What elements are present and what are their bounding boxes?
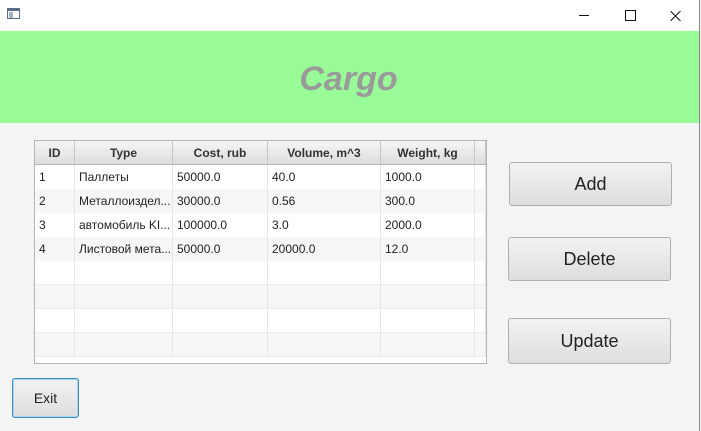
empty-cell xyxy=(75,333,173,357)
empty-cell xyxy=(268,309,381,333)
empty-cell xyxy=(75,261,173,285)
table-row[interactable]: 1 Паллеты 50000.0 40.0 1000.0 xyxy=(35,165,486,189)
app-window: Cargo ID Type Cost, rub Volume, m^3 Weig… xyxy=(0,0,700,431)
empty-cell xyxy=(381,285,475,309)
cell-filler xyxy=(475,237,486,261)
cell-type: Листовой мета... xyxy=(75,237,173,261)
minimize-icon xyxy=(579,15,589,16)
column-header-type[interactable]: Type xyxy=(75,141,173,164)
empty-cell xyxy=(75,309,173,333)
column-header-id[interactable]: ID xyxy=(35,141,75,164)
cell-weight: 12.0 xyxy=(381,237,475,261)
table-row[interactable]: 4 Листовой мета... 50000.0 20000.0 12.0 xyxy=(35,237,486,261)
app-icon xyxy=(7,8,20,19)
maximize-icon xyxy=(624,10,636,21)
empty-cell xyxy=(35,309,75,333)
close-button[interactable] xyxy=(653,0,699,31)
cell-id: 4 xyxy=(35,237,75,261)
title-bar xyxy=(0,0,699,31)
empty-row xyxy=(35,309,486,333)
empty-cell xyxy=(475,309,486,333)
cell-id: 3 xyxy=(35,213,75,237)
empty-cell xyxy=(268,285,381,309)
close-icon xyxy=(670,10,682,22)
column-header-cost[interactable]: Cost, rub xyxy=(173,141,268,164)
cell-cost: 50000.0 xyxy=(173,165,268,189)
cell-cost: 100000.0 xyxy=(173,213,268,237)
empty-cell xyxy=(381,261,475,285)
add-button[interactable]: Add xyxy=(509,162,672,206)
update-button[interactable]: Update xyxy=(508,318,671,364)
exit-button[interactable]: Exit xyxy=(12,378,79,418)
delete-button[interactable]: Delete xyxy=(508,237,671,281)
cell-weight: 2000.0 xyxy=(381,213,475,237)
empty-cell xyxy=(381,309,475,333)
empty-row xyxy=(35,261,486,285)
empty-cell xyxy=(268,333,381,357)
empty-cell xyxy=(475,333,486,357)
cell-volume: 20000.0 xyxy=(268,237,381,261)
cell-weight: 300.0 xyxy=(381,189,475,213)
column-header-weight[interactable]: Weight, kg xyxy=(381,141,475,164)
cell-volume: 0.56 xyxy=(268,189,381,213)
empty-cell xyxy=(173,309,268,333)
minimize-button[interactable] xyxy=(561,0,607,31)
empty-cell xyxy=(35,261,75,285)
cell-type: Паллеты xyxy=(75,165,173,189)
empty-cell xyxy=(173,285,268,309)
cell-weight: 1000.0 xyxy=(381,165,475,189)
empty-cell xyxy=(268,261,381,285)
cell-volume: 40.0 xyxy=(268,165,381,189)
column-header-volume[interactable]: Volume, m^3 xyxy=(268,141,381,164)
cell-filler xyxy=(475,213,486,237)
empty-cell xyxy=(35,333,75,357)
cell-cost: 50000.0 xyxy=(173,237,268,261)
table-header: ID Type Cost, rub Volume, m^3 Weight, kg xyxy=(35,141,486,165)
empty-cell xyxy=(75,285,173,309)
table-row[interactable]: 2 Металлоиздел... 30000.0 0.56 300.0 xyxy=(35,189,486,213)
empty-cell xyxy=(173,333,268,357)
cell-type: Металлоиздел... xyxy=(75,189,173,213)
cell-filler xyxy=(475,165,486,189)
header-banner: Cargo xyxy=(0,31,699,123)
table-row[interactable]: 3 автомобиль KI... 100000.0 3.0 2000.0 xyxy=(35,213,486,237)
cell-filler xyxy=(475,189,486,213)
empty-cell xyxy=(35,285,75,309)
cell-cost: 30000.0 xyxy=(173,189,268,213)
cell-volume: 3.0 xyxy=(268,213,381,237)
column-header-filler xyxy=(475,141,486,164)
page-title: Cargo xyxy=(299,59,398,98)
cell-id: 2 xyxy=(35,189,75,213)
empty-cell xyxy=(381,333,475,357)
empty-row xyxy=(35,285,486,309)
empty-cell xyxy=(475,261,486,285)
cell-id: 1 xyxy=(35,165,75,189)
empty-cell xyxy=(173,261,268,285)
cargo-table[interactable]: ID Type Cost, rub Volume, m^3 Weight, kg… xyxy=(34,140,487,364)
maximize-button[interactable] xyxy=(607,0,653,31)
empty-cell xyxy=(475,285,486,309)
empty-row xyxy=(35,333,486,357)
cell-type: автомобиль KI... xyxy=(75,213,173,237)
